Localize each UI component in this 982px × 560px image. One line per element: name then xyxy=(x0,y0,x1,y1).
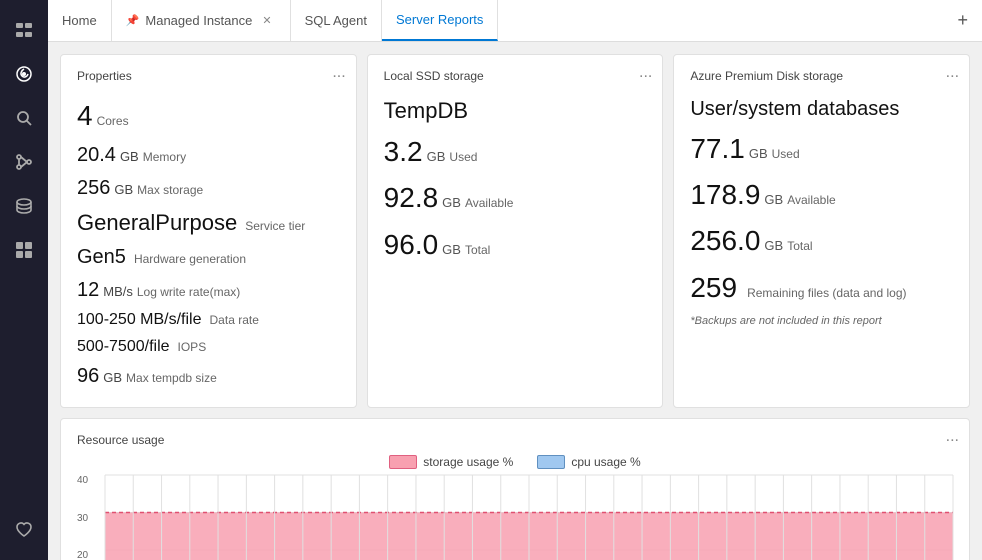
disk-remaining: 259 Remaining files (data and log) xyxy=(690,265,953,311)
prop-tempdb: 96 GB Max tempdb size xyxy=(77,360,340,393)
tab-server-reports[interactable]: Server Reports xyxy=(382,0,498,41)
backup-note: *Backups are not included in this report xyxy=(690,315,953,327)
tab-home[interactable]: Home xyxy=(48,0,112,41)
tempdb-section-label: TempDB xyxy=(384,93,647,129)
legend-storage: storage usage % xyxy=(389,455,513,469)
main-area: Home 📌 Managed Instance ✕ SQL Agent Serv… xyxy=(48,0,982,560)
disk-total: 256.0 GB Total xyxy=(690,218,953,264)
y-axis: 40 30 20 10 xyxy=(77,475,105,560)
content-area: Properties ... 4 Cores 20.4 GB Memory 25… xyxy=(48,42,982,560)
disk-used: 77.1 GB Used xyxy=(690,126,953,172)
chart-legend: storage usage % cpu usage % xyxy=(77,455,953,469)
resource-usage-title: Resource usage xyxy=(77,433,953,447)
properties-card: Properties ... 4 Cores 20.4 GB Memory 25… xyxy=(60,54,357,408)
sidebar xyxy=(0,0,48,560)
ssd-available: 92.8 GB Available xyxy=(384,175,647,221)
branch-icon[interactable] xyxy=(6,144,42,180)
tab-close-managed-instance[interactable]: ✕ xyxy=(258,12,275,29)
tab-managed-instance[interactable]: 📌 Managed Instance ✕ xyxy=(112,0,291,41)
pin-icon: 📌 xyxy=(126,14,140,27)
azure-disk-menu[interactable]: ... xyxy=(946,65,959,81)
prop-iops: 500-7500/file IOPS xyxy=(77,334,340,360)
grid-icon[interactable] xyxy=(6,232,42,268)
prop-max-storage: 256 GB Max storage xyxy=(77,172,340,205)
local-ssd-menu[interactable]: ... xyxy=(639,65,652,81)
local-ssd-card: Local SSD storage ... TempDB 3.2 GB Used… xyxy=(367,54,664,408)
user-system-label: User/system databases xyxy=(690,93,953,126)
resource-usage-menu[interactable]: ... xyxy=(946,429,959,445)
tab-sql-agent[interactable]: SQL Agent xyxy=(291,0,382,41)
legend-cpu-label: cpu usage % xyxy=(571,455,640,469)
ssd-used: 3.2 GB Used xyxy=(384,129,647,175)
chart-svg xyxy=(105,475,953,560)
properties-title: Properties xyxy=(77,69,340,83)
heart-icon[interactable] xyxy=(6,512,42,548)
local-ssd-title: Local SSD storage xyxy=(384,69,647,83)
search-icon[interactable] xyxy=(6,100,42,136)
legend-storage-box xyxy=(389,455,417,469)
legend-cpu-box xyxy=(537,455,565,469)
prop-log-write: 12 MB/s Log write rate(max) xyxy=(77,274,340,307)
azure-disk-card: Azure Premium Disk storage ... User/syst… xyxy=(673,54,970,408)
ssd-total: 96.0 GB Total xyxy=(384,222,647,268)
azure-disk-title: Azure Premium Disk storage xyxy=(690,69,953,83)
tab-add-button[interactable]: + xyxy=(943,0,982,41)
database-icon[interactable] xyxy=(6,188,42,224)
cards-row: Properties ... 4 Cores 20.4 GB Memory 25… xyxy=(60,54,970,408)
properties-menu[interactable]: ... xyxy=(332,65,345,81)
prop-cores: 4 Cores xyxy=(77,93,340,139)
legend-storage-label: storage usage % xyxy=(423,455,513,469)
chart-container xyxy=(105,475,953,560)
prop-data-rate: 100-250 MB/s/file Data rate xyxy=(77,307,340,333)
legend-cpu: cpu usage % xyxy=(537,455,640,469)
connections-icon[interactable] xyxy=(6,12,42,48)
prop-memory: 20.4 GB Memory xyxy=(77,139,340,172)
prop-service-tier: GeneralPurpose Service tier xyxy=(77,205,340,241)
disk-available: 178.9 GB Available xyxy=(690,172,953,218)
analytics-icon[interactable] xyxy=(6,56,42,92)
prop-hardware-gen: Gen5 Hardware generation xyxy=(77,241,340,274)
tab-bar: Home 📌 Managed Instance ✕ SQL Agent Serv… xyxy=(48,0,982,42)
resource-usage-card: Resource usage ... storage usage % cpu u… xyxy=(60,418,970,560)
